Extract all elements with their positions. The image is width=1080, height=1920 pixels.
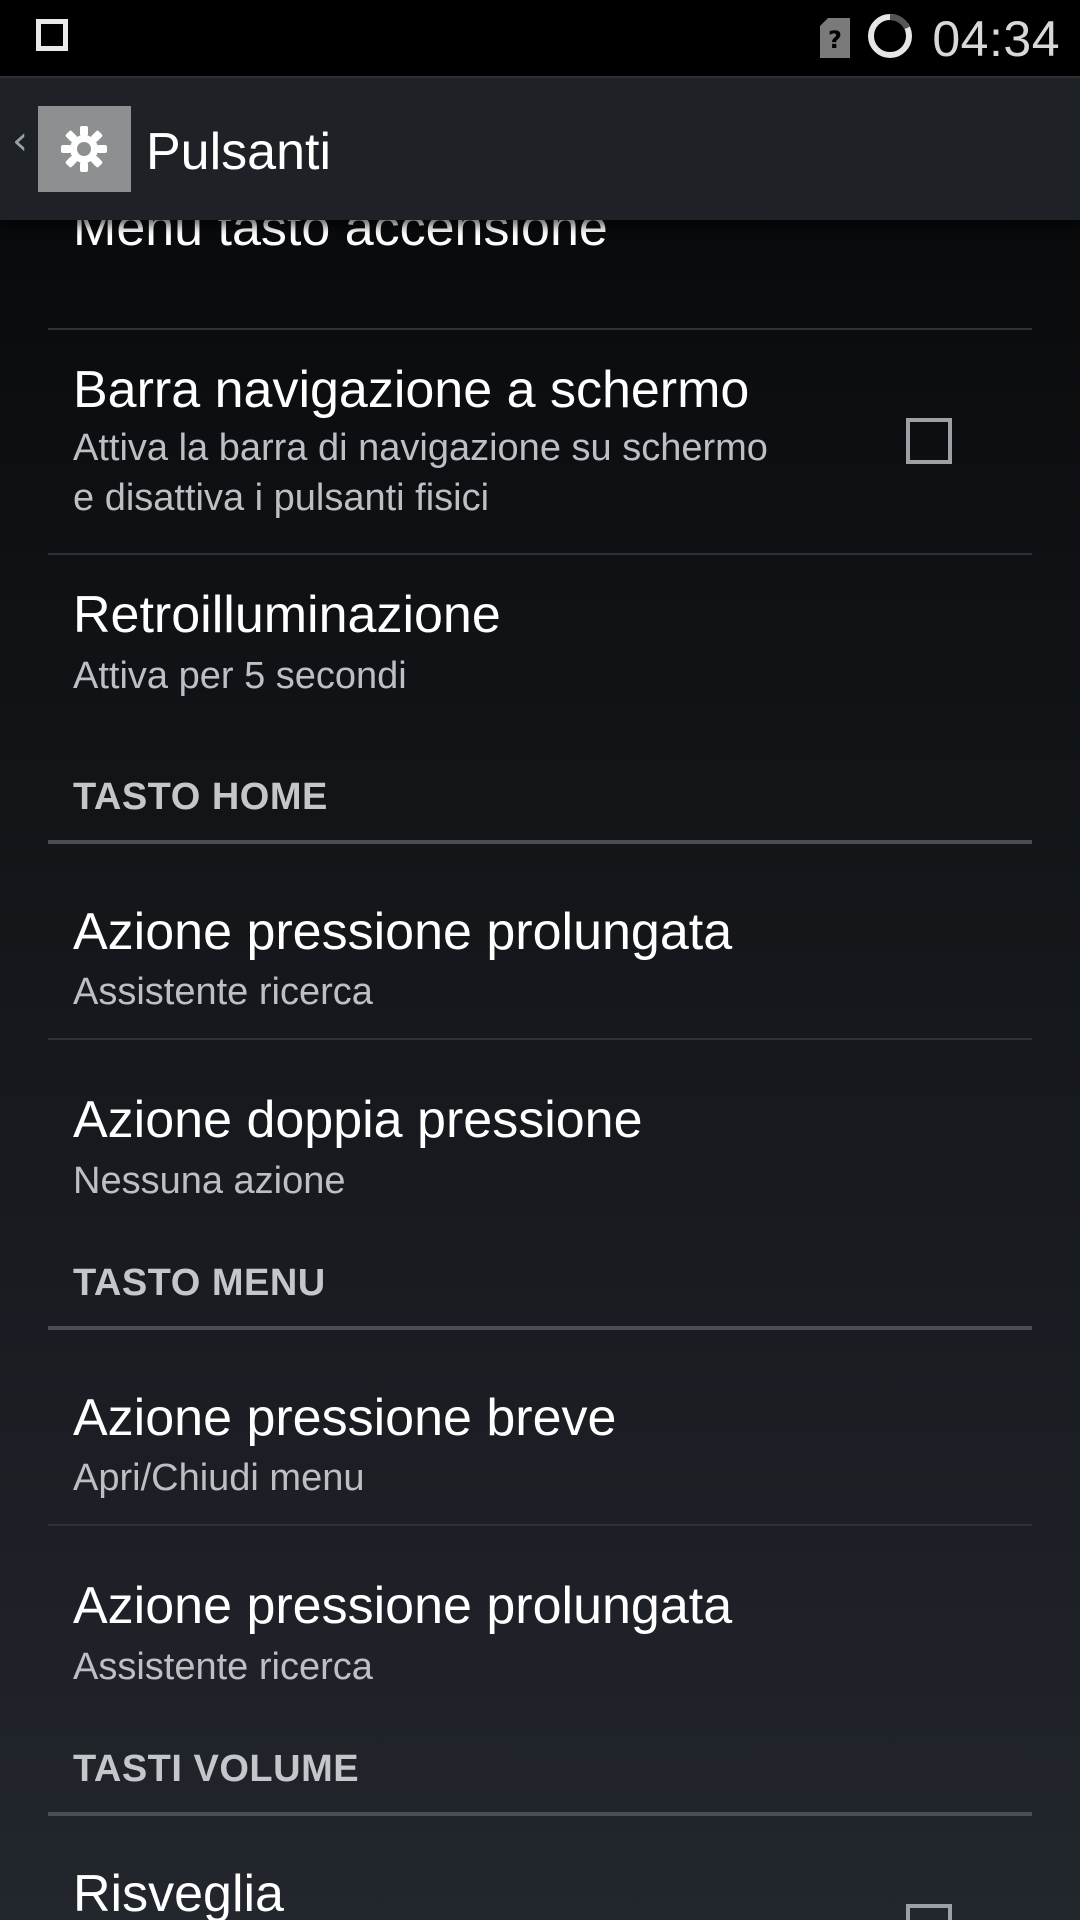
pref-home-double-press[interactable]: Azione doppia pressione Nessuna azione	[0, 1040, 1080, 1210]
pref-summary: Nessuna azione	[73, 1160, 346, 1202]
page-title: Pulsanti	[146, 123, 331, 181]
pref-summary: Attiva per 5 secondi	[73, 655, 407, 697]
pref-menu-tasto-accensione[interactable]: Menu tasto accensione	[0, 218, 1080, 328]
loading-ring-icon	[868, 14, 912, 58]
status-time: 04:34	[932, 11, 1060, 67]
pref-menu-long-press[interactable]: Azione pressione prolungata Assistente r…	[0, 1526, 1080, 1716]
svg-text:?: ?	[828, 26, 842, 54]
square-notification-icon	[36, 19, 68, 51]
pref-menu-short-press[interactable]: Azione pressione breve Apri/Chiudi menu	[0, 1330, 1080, 1520]
pref-barra-navigazione[interactable]: Barra navigazione a schermo Attiva la ba…	[0, 330, 1080, 554]
action-bar: ‹ Pulsanti	[0, 76, 1080, 220]
section-header-tasto-menu: TASTO MENU	[73, 1262, 326, 1304]
back-chevron-icon[interactable]: ‹	[12, 118, 28, 164]
pref-summary: Attiva la barra di navigazione su scherm…	[73, 427, 768, 519]
pref-retroilluminazione[interactable]: Retroilluminazione Attiva per 5 secondi	[0, 555, 1080, 715]
pref-summary: Assistente ricerca	[73, 1646, 373, 1688]
settings-list[interactable]: Menu tasto accensione Barra navigazione …	[0, 218, 1080, 1920]
pref-volume-risveglia[interactable]: Risveglia	[0, 1816, 1080, 1920]
gear-icon	[61, 126, 107, 172]
settings-app-icon[interactable]	[38, 106, 131, 192]
status-bar: ? 04:34	[0, 0, 1080, 76]
sim-unknown-icon: ?	[820, 18, 850, 58]
pref-title: Risveglia	[73, 1865, 284, 1920]
pref-title: Menu tasto accensione	[73, 218, 608, 257]
nav-bar-checkbox[interactable]	[906, 418, 952, 464]
section-header-tasto-home: TASTO HOME	[73, 776, 328, 818]
risveglia-checkbox[interactable]	[906, 1904, 952, 1920]
pref-summary: Assistente ricerca	[73, 971, 373, 1013]
pref-title: Azione doppia pressione	[73, 1091, 643, 1149]
pref-title: Azione pressione prolungata	[73, 1577, 733, 1635]
section-header-tasti-volume: TASTI VOLUME	[73, 1748, 360, 1790]
pref-title: Barra navigazione a schermo	[73, 361, 750, 419]
pref-summary: Apri/Chiudi menu	[73, 1457, 365, 1499]
pref-title: Azione pressione breve	[73, 1389, 617, 1447]
pref-title: Retroilluminazione	[73, 586, 501, 644]
pref-title: Azione pressione prolungata	[73, 903, 733, 961]
